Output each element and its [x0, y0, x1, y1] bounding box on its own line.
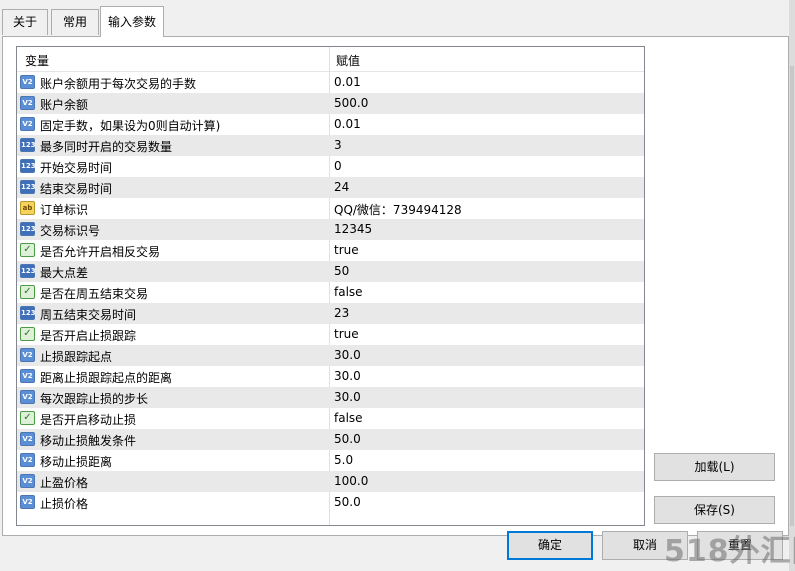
double-type-icon: V2: [20, 495, 35, 509]
table-row[interactable]: V2 固定手数，如果设为0则自动计算) 0.01: [17, 114, 644, 135]
parameter-value[interactable]: true: [334, 327, 359, 341]
save-button[interactable]: 保存(S): [654, 496, 775, 524]
column-header-variable[interactable]: 变量: [25, 52, 49, 69]
ok-button[interactable]: 确定: [507, 531, 593, 560]
parameter-name: 每次跟踪止损的步长: [40, 392, 149, 406]
parameter-name: 账户余额: [40, 98, 89, 112]
table-row[interactable]: V2 移动止损触发条件 50.0: [17, 429, 644, 450]
string-type-icon: ab: [20, 201, 35, 215]
integer-type-icon: 123: [20, 306, 36, 320]
tab-input-parameters[interactable]: 输入参数: [100, 6, 164, 37]
parameter-value[interactable]: 100.0: [334, 474, 368, 488]
parameter-value[interactable]: 5.0: [334, 453, 353, 467]
table-row[interactable]: ✓ 是否开启止损跟踪 true: [17, 324, 644, 345]
double-type-icon: V2: [20, 348, 35, 362]
table-header: 变量 赋值: [17, 47, 644, 72]
table-row[interactable]: 123 最大点差 50: [17, 261, 644, 282]
boolean-type-icon: ✓: [20, 243, 35, 257]
table-row[interactable]: ✓ 是否允许开启相反交易 true: [17, 240, 644, 261]
parameter-value[interactable]: true: [334, 243, 359, 257]
double-type-icon: V2: [20, 390, 35, 404]
table-row[interactable]: V2 账户余额 500.0: [17, 93, 644, 114]
integer-type-icon: 123: [20, 264, 36, 278]
tab-about[interactable]: 关于: [2, 9, 48, 35]
table-row[interactable]: V2 止损价格 50.0: [17, 492, 644, 513]
parameter-value[interactable]: 24: [334, 180, 349, 194]
double-type-icon: V2: [20, 96, 35, 110]
table-row[interactable]: ✓ 是否在周五结束交易 false: [17, 282, 644, 303]
boolean-type-icon: ✓: [20, 327, 35, 341]
integer-type-icon: 123: [20, 159, 36, 173]
table-row[interactable]: V2 移动止损距离 5.0: [17, 450, 644, 471]
parameter-value[interactable]: 23: [334, 306, 349, 320]
table-row[interactable]: V2 止盈价格 100.0: [17, 471, 644, 492]
parameter-value[interactable]: 30.0: [334, 348, 361, 362]
parameter-value[interactable]: false: [334, 411, 363, 425]
parameter-name: 固定手数，如果设为0则自动计算): [40, 119, 221, 133]
parameter-value[interactable]: 30.0: [334, 369, 361, 383]
integer-type-icon: 123: [20, 222, 36, 236]
parameters-table[interactable]: 变量 赋值 V2 账户余额用于每次交易的手数 0.01 V2 账户余额 500.0 V2 固定…: [16, 46, 645, 526]
parameter-name: 是否允许开启相反交易: [40, 245, 161, 259]
double-type-icon: V2: [20, 369, 35, 383]
parameter-value[interactable]: 50.0: [334, 432, 361, 446]
parameter-name: 结束交易时间: [40, 182, 113, 196]
parameter-value[interactable]: QQ/微信：739494128: [334, 201, 462, 218]
integer-type-icon: 123: [20, 138, 36, 152]
parameter-name: 止盈价格: [40, 476, 89, 490]
parameter-name: 最大点差: [40, 266, 89, 280]
parameter-value[interactable]: 0.01: [334, 117, 361, 131]
table-row[interactable]: V2 每次跟踪止损的步长 30.0: [17, 387, 644, 408]
table-row[interactable]: V2 止损跟踪起点 30.0: [17, 345, 644, 366]
scrollbar-edge[interactable]: [790, 66, 794, 526]
table-row[interactable]: ab 订单标识 QQ/微信：739494128: [17, 198, 644, 219]
parameter-name: 周五结束交易时间: [40, 308, 137, 322]
parameter-name: 是否在周五结束交易: [40, 287, 149, 301]
load-button[interactable]: 加载(L): [654, 453, 775, 481]
parameter-value[interactable]: 30.0: [334, 390, 361, 404]
table-row[interactable]: V2 距离止损跟踪起点的距离 30.0: [17, 366, 644, 387]
double-type-icon: V2: [20, 117, 35, 131]
table-row[interactable]: ✓ 是否开启移动止损 false: [17, 408, 644, 429]
parameter-value[interactable]: 500.0: [334, 96, 368, 110]
parameter-value[interactable]: 50.0: [334, 495, 361, 509]
integer-type-icon: 123: [20, 180, 36, 194]
parameter-name: 移动止损距离: [40, 455, 113, 469]
parameter-name: 止损跟踪起点: [40, 350, 113, 364]
column-header-value[interactable]: 赋值: [336, 52, 360, 69]
boolean-type-icon: ✓: [20, 285, 35, 299]
parameter-name: 开始交易时间: [40, 161, 113, 175]
double-type-icon: V2: [20, 75, 35, 89]
tab-bar: 关于 常用 输入参数: [0, 0, 795, 37]
parameter-name: 账户余额用于每次交易的手数: [40, 77, 197, 91]
parameter-value[interactable]: false: [334, 285, 363, 299]
double-type-icon: V2: [20, 432, 35, 446]
parameter-name: 最多同时开启的交易数量: [40, 140, 173, 154]
table-row[interactable]: 123 结束交易时间 24: [17, 177, 644, 198]
table-row[interactable]: 123 交易标识号 12345: [17, 219, 644, 240]
watermark-logo: 518外汇网: [664, 534, 795, 569]
table-row[interactable]: 123 最多同时开启的交易数量 3: [17, 135, 644, 156]
double-type-icon: V2: [20, 453, 35, 467]
parameter-name: 订单标识: [40, 203, 89, 217]
parameter-value[interactable]: 0: [334, 159, 342, 173]
parameter-name: 是否开启止损跟踪: [40, 329, 137, 343]
parameter-name: 止损价格: [40, 497, 89, 511]
parameter-value[interactable]: 50: [334, 264, 349, 278]
parameter-name: 距离止损跟踪起点的距离: [40, 371, 173, 385]
table-row[interactable]: V2 账户余额用于每次交易的手数 0.01: [17, 72, 644, 93]
double-type-icon: V2: [20, 474, 35, 488]
table-row[interactable]: 123 周五结束交易时间 23: [17, 303, 644, 324]
parameter-value[interactable]: 3: [334, 138, 342, 152]
parameter-name: 是否开启移动止损: [40, 413, 137, 427]
parameter-name: 移动止损触发条件: [40, 434, 137, 448]
table-row[interactable]: 123 开始交易时间 0: [17, 156, 644, 177]
tab-common[interactable]: 常用: [51, 9, 99, 35]
parameter-value[interactable]: 12345: [334, 222, 372, 236]
boolean-type-icon: ✓: [20, 411, 35, 425]
parameter-value[interactable]: 0.01: [334, 75, 361, 89]
parameter-name: 交易标识号: [40, 224, 101, 238]
